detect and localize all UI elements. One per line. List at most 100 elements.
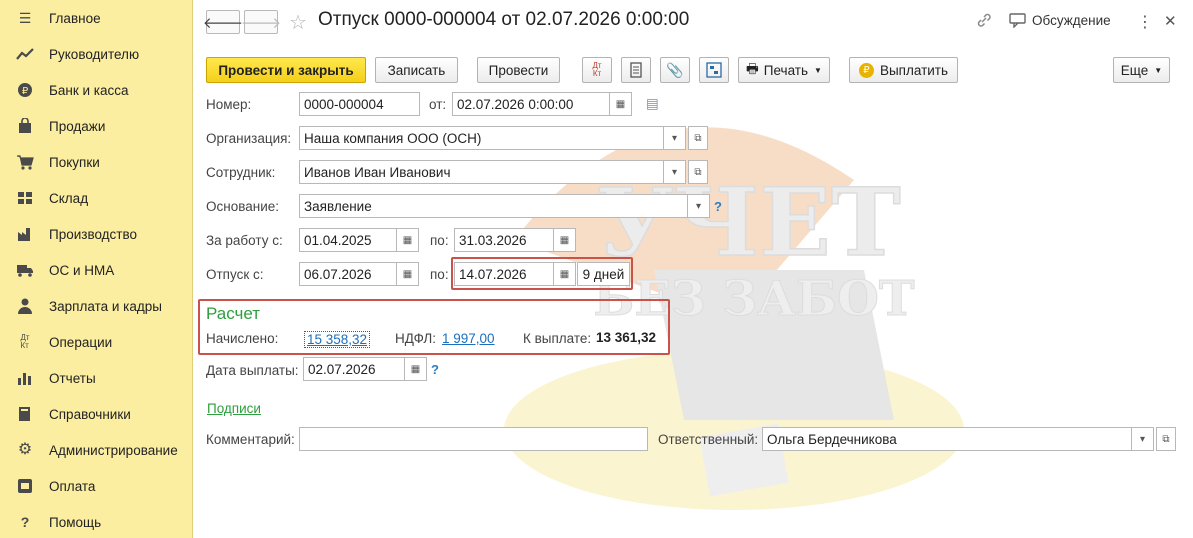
favorite-star-icon[interactable]: ☆ (289, 10, 307, 35)
menu-icon: ☰ (18, 10, 32, 26)
calendar-button[interactable]: ▦ (554, 228, 576, 252)
responsible-dropdown-button[interactable]: ▾ (1132, 427, 1154, 451)
employee-label: Сотрудник: (206, 165, 276, 180)
work-period-from-label: За работу с: (206, 233, 283, 248)
sidebar-item-payment[interactable]: Оплата (0, 468, 193, 504)
link-icon[interactable] (976, 12, 992, 32)
sidebar-item-manager[interactable]: Руководителю (0, 36, 193, 72)
comment-field[interactable] (299, 427, 648, 451)
date-label: от: (429, 97, 447, 112)
post-and-close-button[interactable]: Провести и закрыть (206, 57, 366, 83)
basis-help-icon[interactable]: ? (714, 199, 722, 214)
sidebar-item-sales[interactable]: Продажи (0, 108, 193, 144)
chevron-down-icon: ▼ (814, 65, 822, 75)
sidebar: ☰ Главное Руководителю ₽ Банк и касса Пр… (0, 0, 193, 538)
vacation-to-label: по: (430, 267, 449, 282)
sidebar-item-directories[interactable]: Справочники (0, 396, 193, 432)
more-vertical-icon[interactable]: ⋮ (1137, 12, 1153, 32)
pay-button[interactable]: ₽ Выплатить (849, 57, 958, 83)
sidebar-item-label: Справочники (49, 406, 131, 422)
sidebar-item-label: Склад (49, 190, 89, 206)
close-icon[interactable]: ✕ (1164, 12, 1177, 30)
sidebar-item-main[interactable]: ☰ Главное (0, 0, 193, 36)
work-period-to-label: по: (430, 233, 449, 248)
save-button[interactable]: Записать (375, 57, 458, 83)
employee-field[interactable]: Иванов Иван Иванович (299, 160, 664, 184)
employee-open-button[interactable]: ⧉ (688, 160, 708, 184)
vacation-from-field[interactable]: 06.07.2026 (299, 262, 397, 286)
calendar-button[interactable]: ▦ (405, 357, 427, 381)
calendar-button[interactable]: ▦ (397, 228, 419, 252)
payment-date-help-icon[interactable]: ? (431, 362, 439, 377)
sidebar-item-label: Продажи (49, 118, 106, 134)
svg-text:₽: ₽ (22, 86, 29, 97)
responsible-open-button[interactable]: ⧉ (1156, 427, 1176, 451)
forward-button[interactable]: 🡒 (240, 10, 282, 34)
number-field[interactable]: 0000-000004 (299, 92, 420, 116)
employee-dropdown-button[interactable]: ▾ (664, 160, 686, 184)
sidebar-item-label: Банк и касса (49, 82, 129, 98)
signatures-link[interactable]: Подписи (207, 401, 261, 416)
basis-dropdown-button[interactable]: ▾ (688, 194, 710, 218)
post-button[interactable]: Провести (477, 57, 560, 83)
print-button[interactable]: 🖶 Печать ▼ (738, 57, 830, 83)
sidebar-item-fixed-assets[interactable]: ОС и НМА (0, 252, 193, 288)
more-button[interactable]: Еще ▼ (1113, 57, 1170, 83)
arrow-right-icon: 🡒 (240, 14, 282, 32)
sidebar-item-salary[interactable]: Зарплата и кадры (0, 288, 193, 324)
sidebar-item-label: ОС и НМА (49, 262, 115, 278)
organization-dropdown-button[interactable]: ▾ (664, 126, 686, 150)
calendar-button[interactable]: ▦ (397, 262, 419, 286)
work-period-from-field[interactable]: 01.04.2025 (299, 228, 397, 252)
more-label: Еще (1120, 62, 1149, 78)
structure-icon (706, 62, 722, 78)
sidebar-item-bank[interactable]: ₽ Банк и касса (0, 72, 193, 108)
discussion-button[interactable]: Обсуждение (1032, 13, 1111, 28)
calendar-button[interactable]: ▦ (610, 92, 632, 116)
sidebar-item-label: Администрирование (49, 442, 178, 458)
open-icon: ⧉ (1162, 433, 1170, 445)
dt-kt-button[interactable]: Дт Кт (582, 57, 612, 83)
back-button[interactable]: 🡐 (202, 10, 244, 34)
arrow-left-icon: 🡐 (202, 14, 244, 32)
responsible-field[interactable]: Ольга Бердечникова (762, 427, 1132, 451)
attach-button[interactable]: 📎 (660, 57, 690, 83)
organization-field[interactable]: Наша компания ООО (ОСН) (299, 126, 664, 150)
date-field[interactable]: 02.07.2026 0:00:00 (452, 92, 610, 116)
truck-icon (15, 262, 35, 278)
history-icon[interactable]: ▤ (646, 96, 659, 112)
chevron-down-icon: ▾ (1139, 433, 1146, 445)
document-list-button[interactable] (621, 57, 651, 83)
sidebar-item-help[interactable]: ? Помощь (0, 504, 193, 538)
title-bar: 🡐 🡒 ☆ Отпуск 0000-000004 от 02.07.2026 0… (194, 0, 1193, 44)
organization-open-button[interactable]: ⧉ (688, 126, 708, 150)
bag-icon (15, 118, 35, 134)
sidebar-item-production[interactable]: Производство (0, 216, 193, 252)
cart-icon (15, 154, 35, 170)
trend-icon (15, 46, 35, 62)
printer-icon: 🖶 (746, 60, 759, 76)
days-highlight (451, 257, 633, 290)
book-icon (15, 406, 35, 422)
structure-button[interactable] (699, 57, 729, 83)
coin-icon: ₽ (15, 82, 35, 98)
responsible-label: Ответственный: (658, 432, 759, 447)
sidebar-item-warehouse[interactable]: Склад (0, 180, 193, 216)
discussion-icon[interactable] (1009, 12, 1027, 32)
number-label: Номер: (206, 97, 252, 112)
chevron-down-icon: ▾ (671, 132, 678, 144)
paperclip-icon: 📎 (666, 61, 684, 78)
person-icon (15, 298, 35, 314)
vacation-from-label: Отпуск с: (206, 267, 264, 282)
payment-date-field[interactable]: 02.07.2026 (303, 357, 405, 381)
basis-field[interactable]: Заявление (299, 194, 688, 218)
ruble-coin-icon: ₽ (858, 62, 874, 78)
sidebar-item-purchases[interactable]: Покупки (0, 144, 193, 180)
print-label: Печать (763, 62, 809, 78)
work-period-to-field[interactable]: 31.03.2026 (454, 228, 554, 252)
sidebar-item-administration[interactable]: ⚙ Администрирование (0, 432, 193, 468)
sidebar-item-reports[interactable]: Отчеты (0, 360, 193, 396)
sidebar-item-label: Производство (49, 226, 138, 242)
sidebar-item-operations[interactable]: Дт Кт Операции (0, 324, 193, 360)
comment-label: Комментарий: (206, 432, 295, 447)
